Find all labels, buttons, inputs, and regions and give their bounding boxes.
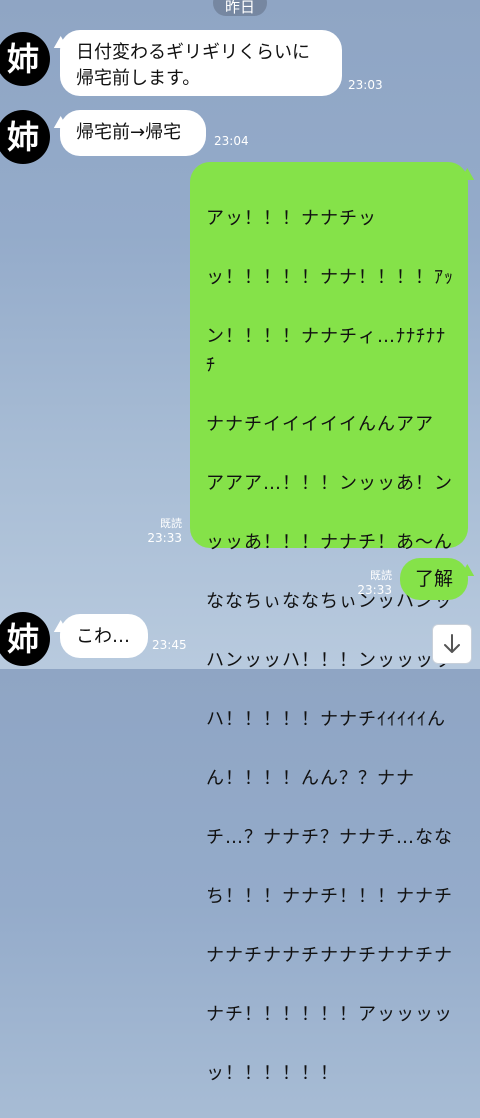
message-line: ナナチナナチナナチナナチナ: [206, 945, 453, 966]
message-line: ん！！！！んん？？ナナ: [206, 768, 415, 789]
message-line: アアア…！！！ンッッあ！ン: [206, 473, 453, 494]
incoming-message[interactable]: 帰宅前→帰宅: [60, 110, 206, 156]
incoming-message[interactable]: こわ…: [60, 614, 148, 658]
outgoing-message[interactable]: 了解: [400, 558, 468, 600]
message-line: チ…？ナナチ？ナナチ…なな: [206, 827, 453, 848]
message-timestamp: 23:04: [214, 134, 249, 148]
message-line: ナチ！！！！！！アッッッッ: [206, 1004, 453, 1025]
message-line: ハ！！！！！ナナチｲｲｲｲｲん: [206, 709, 446, 730]
avatar[interactable]: 姉: [0, 110, 50, 164]
message-line: ッ！！！！！ナナ！！！！ｱｯ: [206, 266, 454, 288]
message-timestamp: 23:03: [348, 78, 383, 92]
message-line: ち！！！ナナチ！！！ナナチ: [206, 886, 453, 907]
arrow-down-icon: [444, 634, 460, 653]
avatar[interactable]: 姉: [0, 612, 50, 666]
scroll-to-bottom-button[interactable]: [432, 624, 472, 664]
message-line: ナナチイイイイイんんアア: [206, 414, 434, 435]
avatar[interactable]: 姉: [0, 32, 50, 86]
message-line: ッ！！！！！！: [206, 1063, 339, 1084]
read-receipt: 既読 23:33: [357, 569, 392, 597]
message-line: アッ！！！ナナチッ: [206, 207, 377, 229]
message-line: ッッあ！！！ナナチ！あ～ん: [206, 532, 453, 553]
message-timestamp: 23:45: [152, 638, 187, 652]
incoming-message[interactable]: 日付変わるギリギリくらいに 帰宅前します。: [60, 30, 342, 96]
message-line: ハンッッハ！！！ンッッッッ: [206, 650, 453, 671]
read-receipt: 既読 23:33: [147, 517, 182, 545]
outgoing-message-long[interactable]: アッ！！！ナナチッ ッ！！！！！ナナ！！！！ｱｯ ン！！！！ナナチィ…ﾅﾅﾁﾅﾅ…: [190, 162, 468, 1084]
message-line: ン！！！！ナナチィ…ﾅﾅﾁﾅﾅﾁ: [206, 325, 446, 377]
date-separator: 昨日: [213, 0, 267, 16]
